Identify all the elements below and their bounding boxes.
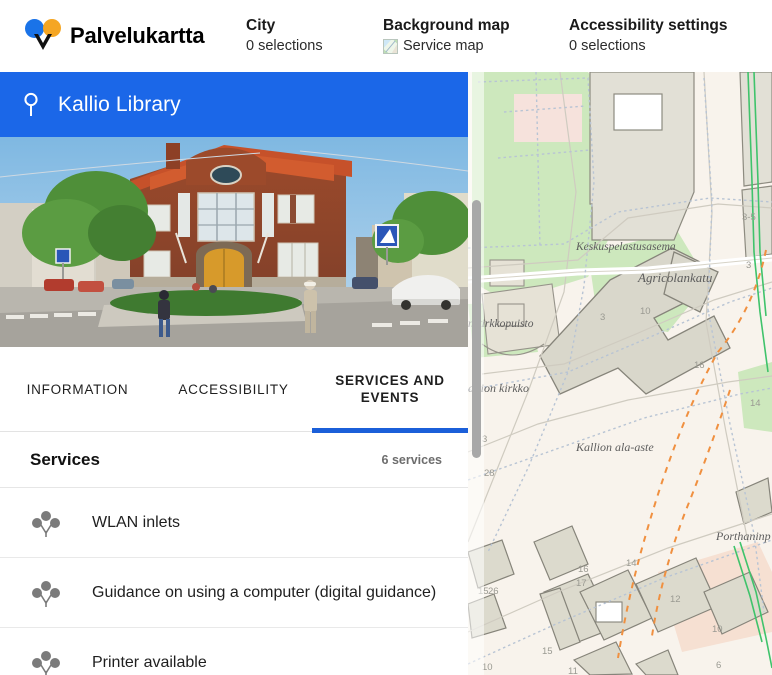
list-item[interactable]: Printer available — [0, 628, 468, 675]
tab-information-label: INFORMATION — [26, 381, 129, 397]
svg-text:12: 12 — [670, 594, 681, 605]
services-section-header: Services 6 services — [0, 432, 468, 488]
top-bar: Palvelukartta City 0 selections Backgrou… — [0, 0, 772, 72]
place-header: Kallio Library — [0, 72, 468, 137]
brand-name: Palvelukartta — [70, 23, 205, 48]
tab-services-and-events-label: SERVICES AND EVENTS — [335, 373, 445, 405]
svg-text:14: 14 — [750, 398, 761, 409]
services-list: WLAN inlets Guidance on using a computer… — [0, 488, 468, 675]
background-map-subtitle-row: Service map — [383, 36, 510, 56]
svg-text:Keskuspelastusasema: Keskuspelastusasema — [575, 241, 676, 253]
map-canvas[interactable]: Keskuspelastusasema n kirkkopuisto allio… — [468, 72, 772, 675]
palvelukartta-pin-logo-icon — [24, 16, 64, 56]
accessibility-settings-selector[interactable]: Accessibility settings 0 selections — [569, 0, 728, 72]
svg-text:16: 16 — [578, 564, 589, 575]
list-item[interactable]: WLAN inlets — [0, 488, 468, 558]
tab-accessibility[interactable]: ACCESSIBILITY — [155, 347, 312, 432]
active-tab-indicator — [312, 427, 468, 433]
services-section-title: Services — [30, 449, 100, 469]
place-photo — [0, 137, 468, 347]
service-label: Guidance on using a computer (digital gu… — [92, 583, 437, 601]
service-cluster-icon — [32, 580, 60, 607]
svg-text:10: 10 — [640, 306, 651, 317]
place-title: Kallio Library — [58, 92, 181, 116]
svg-text:Agricolankatu: Agricolankatu — [637, 270, 713, 285]
map-tile-icon — [383, 38, 398, 54]
svg-text:3: 3 — [746, 260, 751, 271]
app-root: Palvelukartta City 0 selections Backgrou… — [0, 0, 772, 675]
svg-text:15: 15 — [542, 646, 553, 657]
svg-text:17: 17 — [576, 578, 587, 589]
svg-text:3-5: 3-5 — [742, 212, 756, 223]
svg-text:26: 26 — [488, 586, 499, 597]
city-selector-subtitle: 0 selections — [246, 38, 323, 54]
service-label: WLAN inlets — [92, 513, 181, 531]
svg-text:11: 11 — [568, 666, 578, 675]
city-selector[interactable]: City 0 selections — [246, 0, 323, 72]
svg-text:14: 14 — [626, 558, 637, 569]
place-tabs: INFORMATION ACCESSIBILITY SERVICES AND E… — [0, 347, 468, 433]
place-detail-panel: Kallio Library INFORMATION ACCESSIBILITY… — [0, 72, 468, 675]
services-count-badge: 6 services — [381, 452, 442, 467]
svg-text:6: 6 — [716, 660, 721, 671]
brand-logo-link[interactable]: Palvelukartta — [24, 16, 234, 56]
svg-text:3: 3 — [600, 312, 605, 323]
tab-accessibility-label: ACCESSIBILITY — [178, 381, 289, 397]
svg-text:Porthaninp: Porthaninp — [715, 529, 771, 543]
accessibility-settings-title: Accessibility settings — [569, 17, 728, 34]
tab-services-and-events[interactable]: SERVICES AND EVENTS — [312, 347, 468, 433]
background-map-selector[interactable]: Background map Service map — [383, 0, 510, 72]
background-map-title: Background map — [383, 17, 510, 34]
accessibility-settings-subtitle: 0 selections — [569, 38, 646, 54]
city-selector-title: City — [246, 17, 276, 34]
svg-text:16: 16 — [694, 360, 705, 371]
service-cluster-icon — [32, 650, 60, 675]
svg-text:28: 28 — [484, 468, 495, 479]
location-pin-icon — [24, 92, 38, 116]
list-item[interactable]: Guidance on using a computer (digital gu… — [0, 558, 468, 628]
tab-information[interactable]: INFORMATION — [0, 347, 155, 432]
service-label: Printer available — [92, 653, 207, 671]
svg-text:10: 10 — [712, 624, 723, 635]
service-cluster-icon — [32, 510, 60, 537]
svg-text:Kallion ala-aste: Kallion ala-aste — [575, 440, 654, 454]
background-map-subtitle: Service map — [403, 38, 484, 54]
map-vertical-scrollbar[interactable] — [472, 200, 481, 458]
